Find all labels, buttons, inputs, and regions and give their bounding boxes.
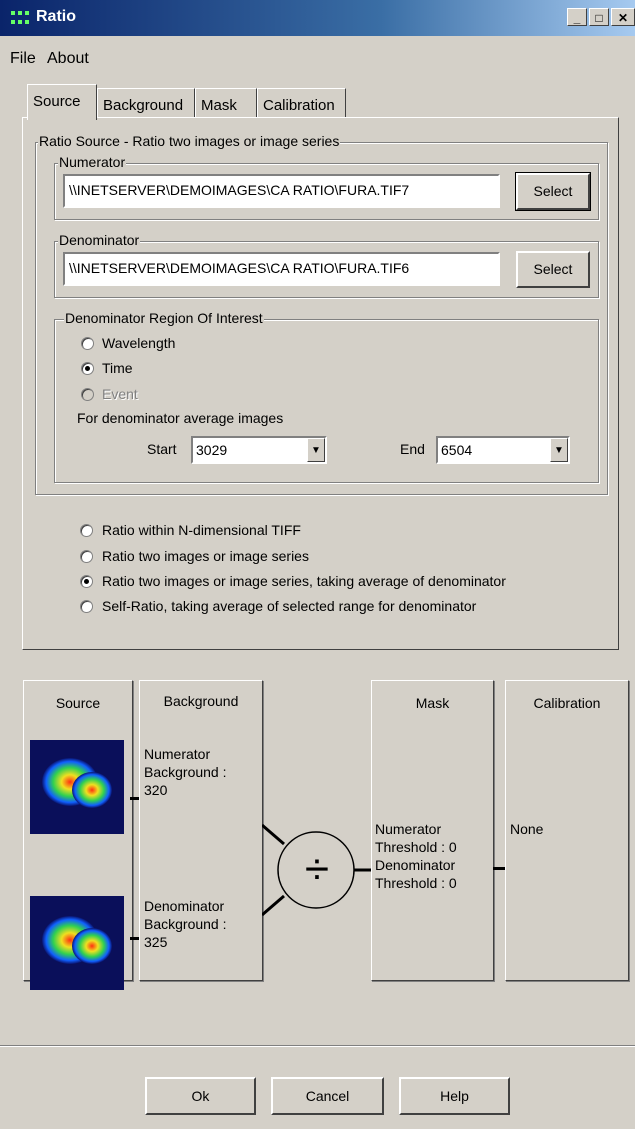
radio-wavelength-label: Wavelength [102,335,176,351]
end-combo[interactable]: 6504 ▼ [436,436,570,464]
denominator-bg-line1: Denominator [144,898,225,914]
denominator-path-field[interactable]: \\INETSERVER\DEMOIMAGES\CA RATIO\FURA.TI… [63,252,500,286]
maximize-button[interactable]: □ [589,8,609,26]
denominator-bg-line2: Background : [144,916,227,932]
tab-source[interactable]: Source [27,84,97,120]
radio-wavelength[interactable] [81,337,94,350]
background-panel-title: Background [163,693,239,709]
average-images-label: For denominator average images [77,410,284,426]
numerator-label: Numerator [58,154,127,170]
radio-ratio-ndim-tiff[interactable] [80,524,93,537]
start-label: Start [147,441,177,457]
mask-line4: Threshold : 0 [375,875,457,891]
mask-panel-title: Mask [415,695,450,711]
calibration-value: None [510,821,544,837]
tab-background[interactable]: Background [97,88,195,118]
divide-icon: ÷ [304,845,330,894]
window-title: Ratio [36,8,76,25]
minimize-button[interactable]: _ [567,8,587,26]
tab-mask[interactable]: Mask [195,88,257,118]
ratio-mode-label-1: Ratio two images or image series [102,548,309,564]
mask-line1: Numerator [375,821,442,837]
radio-self-ratio[interactable] [80,600,93,613]
numerator-bg-line2: Background : [144,764,227,780]
ratio-mode-label-2: Ratio two images or image series, taking… [102,573,506,589]
denominator-label: Denominator [58,232,141,248]
ok-button[interactable]: Ok [145,1077,256,1115]
numerator-bg-line1: Numerator [144,746,211,762]
denominator-thumbnail [30,896,124,990]
connector-mask-calibration [493,867,505,870]
bottom-separator [0,1045,635,1047]
numerator-path-field[interactable]: \\INETSERVER\DEMOIMAGES\CA RATIO\FURA.TI… [63,174,500,208]
radio-ratio-two-images[interactable] [80,550,93,563]
radio-ratio-average-denominator[interactable] [80,575,93,588]
start-dropdown-arrow-icon[interactable]: ▼ [307,438,325,462]
numerator-thumbnail [30,740,124,834]
mask-text: Numerator Threshold : 0 Denominator Thre… [375,820,457,892]
end-value: 6504 [441,442,473,458]
ratio-source-title: Ratio Source - Ratio two images or image… [38,133,341,149]
source-panel-title: Source [55,695,101,711]
menu-about[interactable]: About [47,50,89,68]
title-bar[interactable] [0,0,635,36]
radio-event[interactable] [81,388,94,401]
ratio-mode-label-3: Self-Ratio, taking average of selected r… [102,598,477,614]
menu-bar [0,36,635,72]
cancel-button[interactable]: Cancel [271,1077,384,1115]
denominator-select-button[interactable]: Select [516,251,590,288]
numerator-background-text: Numerator Background : 320 [144,745,227,799]
numerator-select-button[interactable]: Select [515,172,591,211]
numerator-bg-value: 320 [144,782,168,798]
mask-line3: Denominator [375,857,456,873]
help-button[interactable]: Help [399,1077,510,1115]
start-combo[interactable]: 3029 ▼ [191,436,327,464]
radio-time[interactable] [81,362,94,375]
start-value: 3029 [196,442,228,458]
denominator-roi-title: Denominator Region Of Interest [64,310,264,326]
end-label: End [400,441,425,457]
end-dropdown-arrow-icon[interactable]: ▼ [550,438,568,462]
ratio-mode-label-0: Ratio within N-dimensional TIFF [102,522,301,538]
mask-line2: Threshold : 0 [375,839,457,855]
close-button[interactable]: ✕ [611,8,635,26]
tab-calibration[interactable]: Calibration [257,88,346,118]
denominator-bg-value: 325 [144,934,168,950]
app-icon [11,11,29,24]
radio-time-label: Time [102,360,133,376]
menu-file[interactable]: File [10,50,36,68]
radio-event-label: Event [102,386,138,402]
denominator-background-text: Denominator Background : 325 [144,897,227,951]
calibration-panel-title: Calibration [533,695,601,711]
